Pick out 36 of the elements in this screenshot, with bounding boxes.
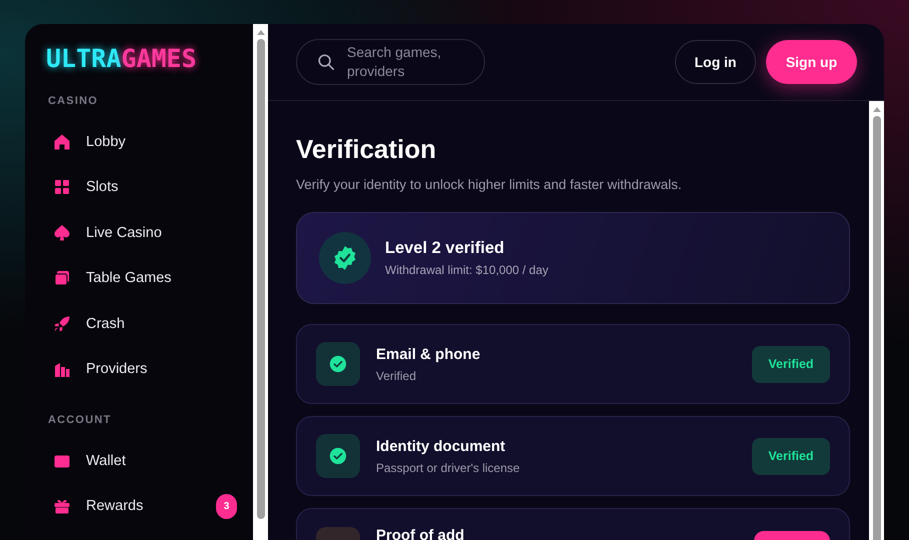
scrollbar[interactable] <box>869 101 884 540</box>
step-subtitle: Verified <box>376 368 418 382</box>
scrollbar[interactable] <box>253 24 268 540</box>
buildings-icon <box>53 360 71 378</box>
badge-check-icon <box>319 232 371 284</box>
search-field[interactable]: Search games, providers <box>296 39 485 85</box>
search-icon <box>317 53 335 71</box>
status-pill: Verified <box>752 346 830 382</box>
status-pill: Verified <box>752 438 830 474</box>
page-subtitle: Verify your identity to unlock higher limits and faster withdrawals. <box>296 177 683 192</box>
spade-icon <box>53 224 71 242</box>
house-icon <box>53 132 71 151</box>
level-subtitle: Withdrawal limit: $10,000 / day <box>385 263 548 277</box>
sidebar-item[interactable]: Slots <box>47 164 237 210</box>
logo[interactable]: ULTRAGAMES <box>46 44 197 73</box>
sidebar-item[interactable]: Providers <box>47 346 237 392</box>
login-button[interactable]: Log in <box>675 40 756 84</box>
sidebar-item[interactable]: Lobby <box>47 119 237 164</box>
sidebar-item[interactable]: Wallet <box>47 438 237 484</box>
step-title: Identity document <box>376 438 506 454</box>
cards-icon <box>53 269 71 288</box>
step-subtitle: Passport or driver's license <box>376 460 520 474</box>
grid-icon <box>53 178 71 196</box>
count-badge: 3 <box>216 494 237 519</box>
level-title: Level 2 verified <box>385 239 506 258</box>
section-heading: ACCOUNT <box>48 414 112 426</box>
step-title: Proof of add <box>376 527 464 540</box>
sidebar-item[interactable]: Crash <box>47 301 237 346</box>
sidebar-item[interactable]: Rewards 3 <box>47 484 237 529</box>
section-heading: CASINO <box>48 95 98 107</box>
sidebar-item[interactable]: Table Games <box>47 256 237 301</box>
sidebar-item[interactable]: Live Casino <box>47 210 237 256</box>
page-title: Verification <box>296 133 438 166</box>
rocket-icon <box>53 314 71 333</box>
step-title: Email & phone <box>376 346 480 362</box>
gift-icon <box>53 497 71 516</box>
